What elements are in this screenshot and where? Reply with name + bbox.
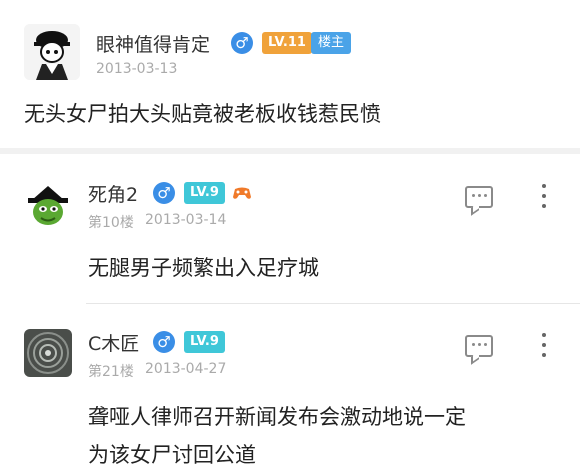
reply-content-line-2: 为该女尸讨回公道 xyxy=(88,443,256,467)
male-icon: ♂ xyxy=(153,182,175,204)
more-options-icon[interactable] xyxy=(540,184,548,208)
gamepad-icon xyxy=(233,187,251,199)
reply-username[interactable]: 死角2 xyxy=(88,180,138,207)
level-badge: LV.11 xyxy=(262,32,312,54)
reply-username[interactable]: C木匠 xyxy=(88,329,139,356)
reply-content: 无腿男子频繁出入足疗城 xyxy=(88,256,319,280)
original-post: 眼神值得肯定 ♂ LV.11 楼主 2013-03-13 无头女尸拍大头贴竟被老… xyxy=(0,0,580,148)
male-icon: ♂ xyxy=(153,331,175,353)
reply-date: 2013-04-27 xyxy=(145,361,227,377)
op-avatar[interactable] xyxy=(24,24,80,80)
reply-content-line-1: 聋哑人律师召开新闻发布会激动地说一定 xyxy=(88,405,466,429)
divider xyxy=(86,303,580,304)
comment-icon[interactable] xyxy=(465,186,493,208)
post-content: 无头女尸拍大头贴竟被老板收钱惹民愤 xyxy=(24,102,381,126)
comment-icon[interactable] xyxy=(465,335,493,357)
level-badge: LV.9 xyxy=(184,182,225,204)
more-options-icon[interactable] xyxy=(540,333,548,357)
op-username[interactable]: 眼神值得肯定 xyxy=(96,30,210,57)
reply-date: 2013-03-14 xyxy=(145,212,227,228)
owner-badge: 楼主 xyxy=(311,32,352,54)
male-icon: ♂ xyxy=(231,32,253,54)
reply-item: C木匠 ♂ LV.9 第21楼 2013-04-27 聋哑人律师召开新闻发布会激… xyxy=(0,305,580,467)
reply-avatar[interactable] xyxy=(24,329,72,377)
floor-number: 第21楼 xyxy=(88,364,134,380)
reply-item: 死角2 ♂ LV.9 第10楼 2013-03-14 无腿男子频繁出入足疗城 xyxy=(0,154,580,304)
floor-number: 第10楼 xyxy=(88,215,134,231)
reply-avatar[interactable] xyxy=(24,182,72,230)
level-badge: LV.9 xyxy=(184,331,225,353)
post-date: 2013-03-13 xyxy=(96,61,178,77)
